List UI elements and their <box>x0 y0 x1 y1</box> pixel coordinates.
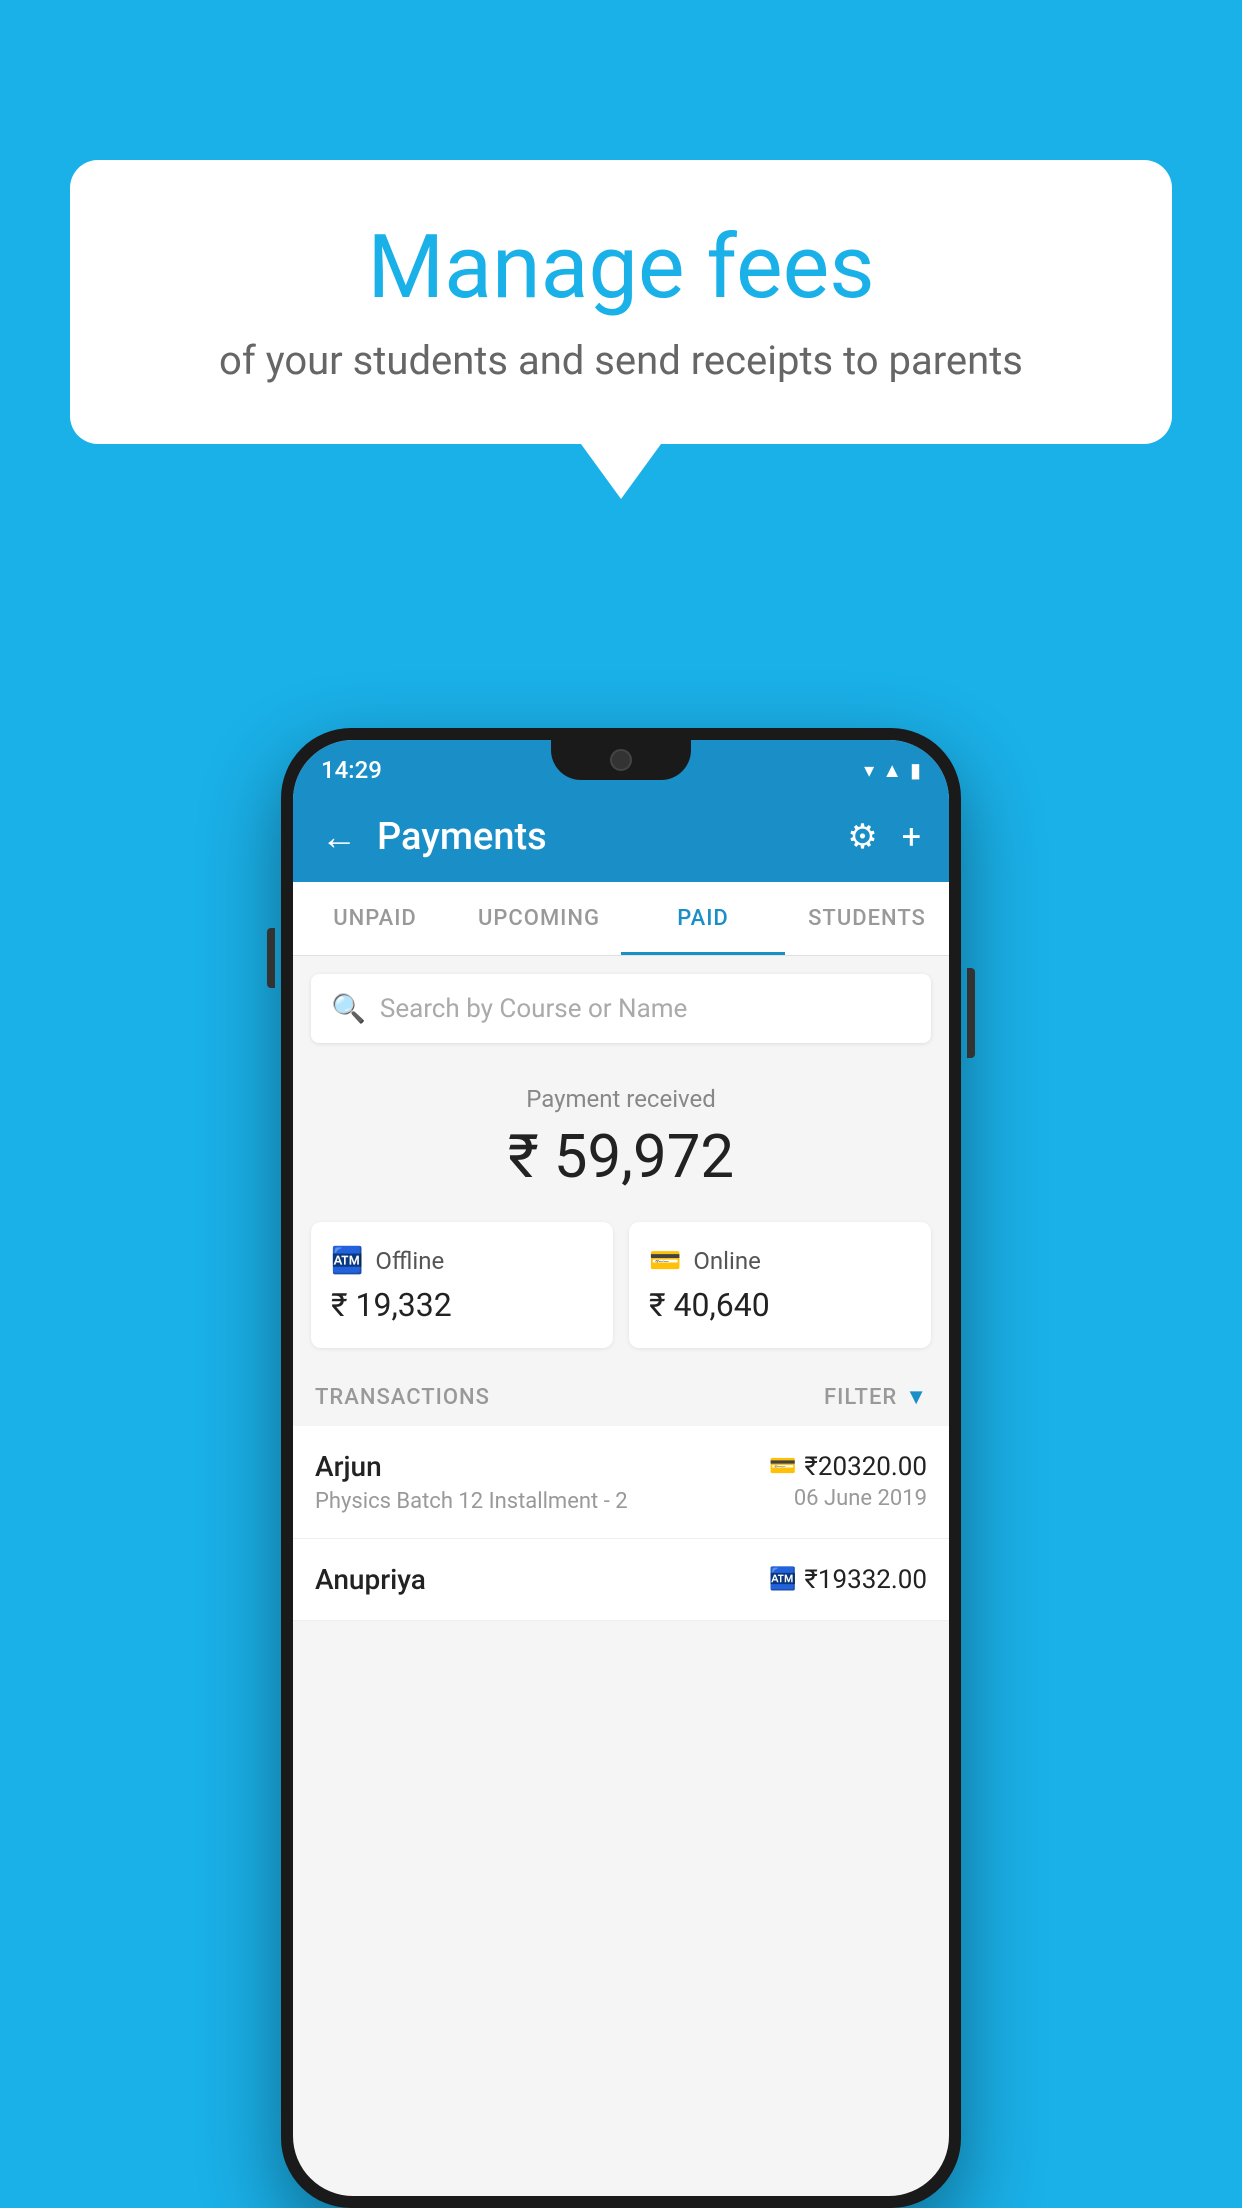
offline-payment-card: 🏧 Offline ₹ 19,332 <box>311 1222 613 1348</box>
transaction-detail-1: Physics Batch 12 Installment - 2 <box>315 1489 628 1514</box>
tab-students[interactable]: STUDENTS <box>785 882 949 955</box>
gear-icon[interactable]: ⚙ <box>847 817 877 857</box>
payment-summary: Payment received ₹ 59,972 <box>293 1061 949 1222</box>
tab-paid[interactable]: PAID <box>621 882 785 955</box>
transaction-amount-2: ₹19332.00 <box>804 1565 927 1595</box>
transaction-item-2[interactable]: Anupriya 🏧 ₹19332.00 <box>293 1539 949 1621</box>
filter-container[interactable]: FILTER ▼ <box>824 1384 927 1410</box>
camera <box>610 749 632 771</box>
phone-notch <box>551 740 691 780</box>
status-time: 14:29 <box>321 756 382 784</box>
offline-card-header: 🏧 Offline <box>331 1246 593 1276</box>
tabs-bar: UNPAID UPCOMING PAID STUDENTS <box>293 882 949 956</box>
transaction-date-1: 06 June 2019 <box>794 1486 927 1511</box>
search-icon: 🔍 <box>331 992 366 1025</box>
card-payment-icon-1: 💳 <box>769 1454 796 1479</box>
offline-icon: 🏧 <box>331 1246 363 1276</box>
online-card-header: 💳 Online <box>649 1246 911 1276</box>
header-right: ⚙ + <box>847 817 921 857</box>
phone-screen: 14:29 ▾ ▲ ▮ ← Payments ⚙ + <box>293 740 949 2196</box>
transaction-amount-1: ₹20320.00 <box>804 1452 927 1482</box>
tab-unpaid[interactable]: UNPAID <box>293 882 457 955</box>
offline-amount: ₹ 19,332 <box>331 1286 593 1324</box>
volume-button <box>267 928 275 988</box>
filter-label: FILTER <box>824 1385 897 1410</box>
transaction-name-2: Anupriya <box>315 1563 426 1596</box>
transaction-item[interactable]: Arjun 💳 ₹20320.00 Physics Batch 12 Insta… <box>293 1426 949 1539</box>
payment-total-amount: ₹ 59,972 <box>293 1121 949 1192</box>
cash-payment-icon-2: 🏧 <box>769 1567 796 1592</box>
transaction-name-1: Arjun <box>315 1450 382 1483</box>
wifi-icon: ▾ <box>864 758 874 782</box>
speech-bubble-section: Manage fees of your students and send re… <box>70 160 1172 499</box>
manage-fees-subtitle: of your students and send receipts to pa… <box>150 337 1092 384</box>
battery-icon: ▮ <box>910 758 921 782</box>
payment-cards: 🏧 Offline ₹ 19,332 💳 Online ₹ 40,640 <box>311 1222 931 1348</box>
online-payment-card: 💳 Online ₹ 40,640 <box>629 1222 931 1348</box>
speech-bubble: Manage fees of your students and send re… <box>70 160 1172 444</box>
add-icon[interactable]: + <box>902 817 921 857</box>
phone-mockup: 14:29 ▾ ▲ ▮ ← Payments ⚙ + <box>281 728 961 2208</box>
payment-received-label: Payment received <box>293 1085 949 1113</box>
filter-icon: ▼ <box>905 1384 927 1410</box>
back-button[interactable]: ← <box>321 816 357 858</box>
transaction-row-top: Arjun 💳 ₹20320.00 <box>315 1450 927 1483</box>
offline-label: Offline <box>375 1247 444 1275</box>
transaction-row-top-2: Anupriya 🏧 ₹19332.00 <box>315 1563 927 1596</box>
search-input[interactable]: Search by Course or Name <box>380 994 687 1024</box>
search-bar[interactable]: 🔍 Search by Course or Name <box>311 974 931 1043</box>
power-button <box>967 968 975 1058</box>
signal-icon: ▲ <box>882 758 902 783</box>
phone-body: 14:29 ▾ ▲ ▮ ← Payments ⚙ + <box>281 728 961 2208</box>
transactions-header: TRANSACTIONS FILTER ▼ <box>293 1368 949 1426</box>
status-icons: ▾ ▲ ▮ <box>864 758 921 783</box>
header-left: ← Payments <box>321 815 547 859</box>
transactions-label: TRANSACTIONS <box>315 1385 490 1410</box>
transaction-amount-container-2: 🏧 ₹19332.00 <box>769 1565 927 1595</box>
app-header: ← Payments ⚙ + <box>293 792 949 882</box>
tab-upcoming[interactable]: UPCOMING <box>457 882 621 955</box>
online-amount: ₹ 40,640 <box>649 1286 911 1324</box>
transaction-amount-container-1: 💳 ₹20320.00 <box>769 1452 927 1482</box>
online-icon: 💳 <box>649 1246 681 1276</box>
page-title: Payments <box>377 815 547 859</box>
online-label: Online <box>693 1247 760 1275</box>
speech-bubble-arrow <box>581 444 661 499</box>
transaction-row-bottom: Physics Batch 12 Installment - 2 06 June… <box>315 1483 927 1514</box>
manage-fees-title: Manage fees <box>150 220 1092 317</box>
